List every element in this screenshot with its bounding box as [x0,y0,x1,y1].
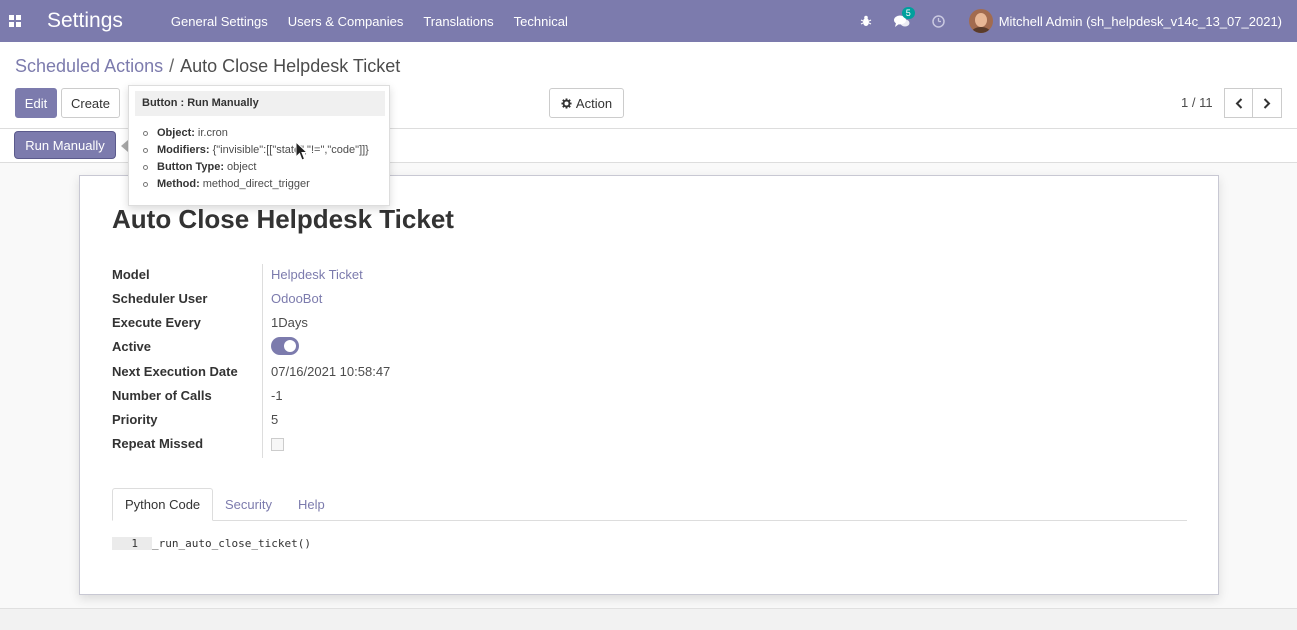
user-name[interactable]: Mitchell Admin (sh_helpdesk_v14c_13_07_2… [999,14,1282,29]
messages-badge: 5 [901,6,915,19]
tooltip-item-label: Button Type: [157,161,225,173]
chat-icon[interactable]: 5 [893,6,915,28]
field-label-priority: Priority [112,412,158,427]
field-scheduler-user[interactable]: OdooBot [271,291,322,311]
field-label-active: Active [112,339,152,354]
tab-security[interactable]: Security [213,488,284,521]
field-number-of-calls: -1 [271,388,283,403]
apps-menu-icon[interactable] [0,0,30,42]
field-label-repeat-missed: Repeat Missed [112,436,204,451]
pager-value[interactable]: 1 / 11 [1181,95,1213,110]
active-toggle[interactable] [271,337,299,355]
app-brand[interactable]: Settings [47,9,123,33]
action-button-label: Action [575,95,613,111]
button-tooltip: Button : Run Manually Object: ir.cron Mo… [128,85,390,206]
pager-previous-button[interactable] [1224,88,1254,118]
gear-icon [561,97,572,109]
menu-general-settings[interactable]: General Settings [171,14,268,29]
tooltip-item: Method: method_direct_trigger [143,178,310,190]
field-label-number-of-calls: Number of Calls [112,388,212,403]
tooltip-arrow [121,140,128,152]
user-avatar[interactable] [968,9,993,33]
field-active [271,337,299,357]
chevron-right-icon [1263,97,1271,109]
breadcrumb-separator: / [169,56,175,76]
tooltip-item-value: method_direct_trigger [202,178,310,190]
breadcrumb-parent[interactable]: Scheduled Actions [15,56,163,76]
field-next-execution-date: 07/16/2021 10:58:47 [271,364,391,379]
run-manually-button[interactable]: Run Manually [15,132,115,158]
pager-next-button[interactable] [1252,88,1282,118]
line-number: 1 [112,537,152,550]
tooltip-item: Modifiers: {"invisible":[["state","!=","… [143,144,369,156]
bullet-icon [143,181,148,187]
notebook-tabs: Python Code Security Help [112,488,1187,521]
edit-button[interactable]: Edit [15,88,57,118]
field-divider [262,264,263,458]
field-label-model: Model [112,267,150,282]
menu-users-companies[interactable]: Users & Companies [288,14,404,29]
bullet-icon [143,147,148,153]
tooltip-item: Object: ir.cron [143,127,228,139]
clock-icon[interactable] [931,14,945,28]
tab-python-code[interactable]: Python Code [112,488,214,521]
top-navbar: Settings General Settings Users & Compan… [0,0,1297,42]
tooltip-title: Button : Run Manually [135,91,385,116]
tooltip-item-label: Object: [157,127,195,139]
create-button[interactable]: Create [61,88,120,118]
tab-help[interactable]: Help [286,488,337,521]
field-label-next-execution-date: Next Execution Date [112,364,238,379]
repeat-missed-checkbox[interactable] [271,438,284,451]
breadcrumb: Scheduled Actions / Auto Close Helpdesk Ti… [15,56,400,77]
action-button[interactable]: Action [549,88,624,118]
field-label-scheduler-user: Scheduler User [112,291,208,306]
menu-translations[interactable]: Translations [423,14,493,29]
field-priority: 5 [271,412,279,427]
mouse-cursor-icon [295,140,309,165]
tooltip-item-value: object [227,161,257,173]
tooltip-item-value: {"invisible":[["state","!=","code"]]} [212,144,369,156]
field-execute-every: 1Days [271,315,308,330]
field-repeat-missed [271,438,284,458]
tooltip-item: Button Type: object [143,161,256,173]
tooltip-item-label: Method: [157,178,200,190]
record-title: Auto Close Helpdesk Ticket [112,204,454,234]
bug-icon[interactable] [860,15,872,27]
field-model[interactable]: Helpdesk Ticket [271,267,363,287]
form-sheet: Auto Close Helpdesk Ticket Model Schedul… [79,175,1219,595]
tooltip-item-label: Modifiers: [157,144,210,156]
breadcrumb-current: Auto Close Helpdesk Ticket [180,56,401,76]
footer-strip [0,608,1297,630]
bullet-icon [143,164,148,170]
menu-technical[interactable]: Technical [514,14,568,29]
tooltip-item-value: ir.cron [197,127,228,139]
chevron-left-icon [1235,97,1243,109]
code-line[interactable]: _run_auto_close_ticket() [152,537,311,550]
code-editor[interactable]: 1 _run_auto_close_ticket() [112,537,311,550]
field-label-execute-every: Execute Every [112,315,201,330]
bullet-icon [143,130,148,136]
